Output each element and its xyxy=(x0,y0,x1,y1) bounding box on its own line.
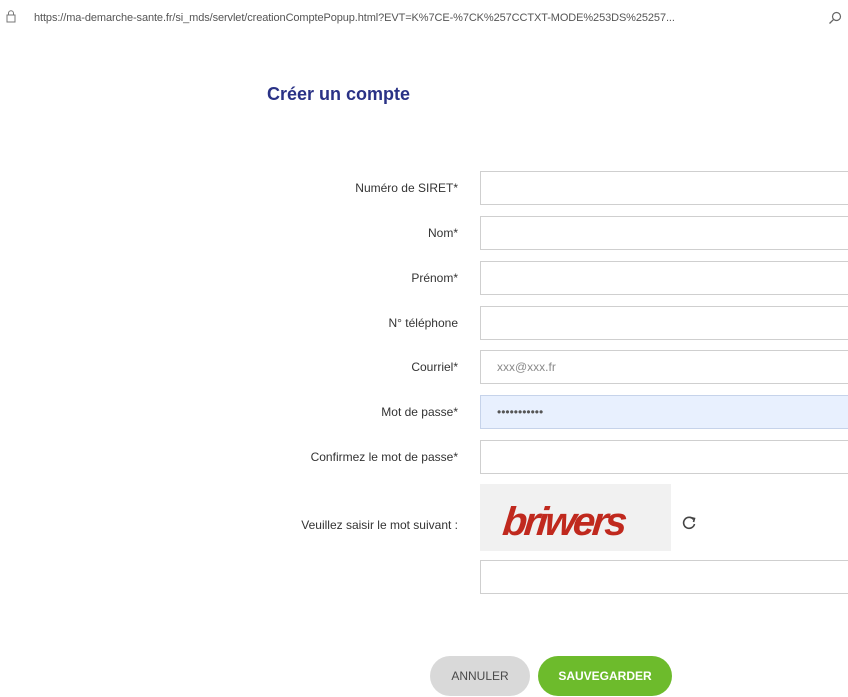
confirm-password-input[interactable] xyxy=(480,440,848,474)
nom-label: Nom* xyxy=(427,226,458,240)
refresh-icon[interactable] xyxy=(680,514,698,532)
prenom-input[interactable] xyxy=(480,261,848,295)
form-row-captcha-answer xyxy=(0,560,848,596)
lock-icon xyxy=(6,10,16,23)
form-row-telephone: N° téléphone xyxy=(0,306,848,342)
address-url[interactable]: https://ma-demarche-sante.fr/si_mds/serv… xyxy=(34,12,675,24)
courriel-label: Courriel* xyxy=(411,360,458,374)
page-title: Créer un compte xyxy=(267,84,411,104)
nom-input[interactable] xyxy=(480,216,848,250)
save-button[interactable]: SAUVEGARDER xyxy=(538,656,672,696)
siret-input[interactable] xyxy=(480,171,848,205)
captcha-image: briwers xyxy=(480,484,671,551)
form-row-courriel: Courriel* xyxy=(0,350,848,386)
siret-label: Numéro de SIRET* xyxy=(355,181,458,195)
telephone-label: N° téléphone xyxy=(388,316,458,330)
browser-address-bar: https://ma-demarche-sante.fr/si_mds/serv… xyxy=(0,0,848,40)
cancel-button[interactable]: ANNULER xyxy=(430,656,530,696)
form-row-captcha-label: Veuillez saisir le mot suivant : xyxy=(0,508,848,544)
telephone-input[interactable] xyxy=(480,306,848,340)
form-row-siret: Numéro de SIRET* xyxy=(0,171,848,207)
password-label: Mot de passe* xyxy=(381,405,458,419)
password-input[interactable] xyxy=(480,395,848,429)
search-icon[interactable] xyxy=(828,11,842,25)
svg-text:briwers: briwers xyxy=(501,500,629,544)
confirm-password-label: Confirmez le mot de passe* xyxy=(310,450,458,464)
form-row-confirm-password: Confirmez le mot de passe* xyxy=(0,440,848,476)
captcha-label: Veuillez saisir le mot suivant : xyxy=(301,518,458,532)
prenom-label: Prénom* xyxy=(411,271,458,285)
form-row-password: Mot de passe* xyxy=(0,395,848,431)
captcha-answer-input[interactable] xyxy=(480,560,848,594)
form-row-nom: Nom* xyxy=(0,216,848,252)
form-row-prenom: Prénom* xyxy=(0,261,848,297)
courriel-input[interactable] xyxy=(480,350,848,384)
captcha-word-graphic: briwers xyxy=(501,500,629,544)
